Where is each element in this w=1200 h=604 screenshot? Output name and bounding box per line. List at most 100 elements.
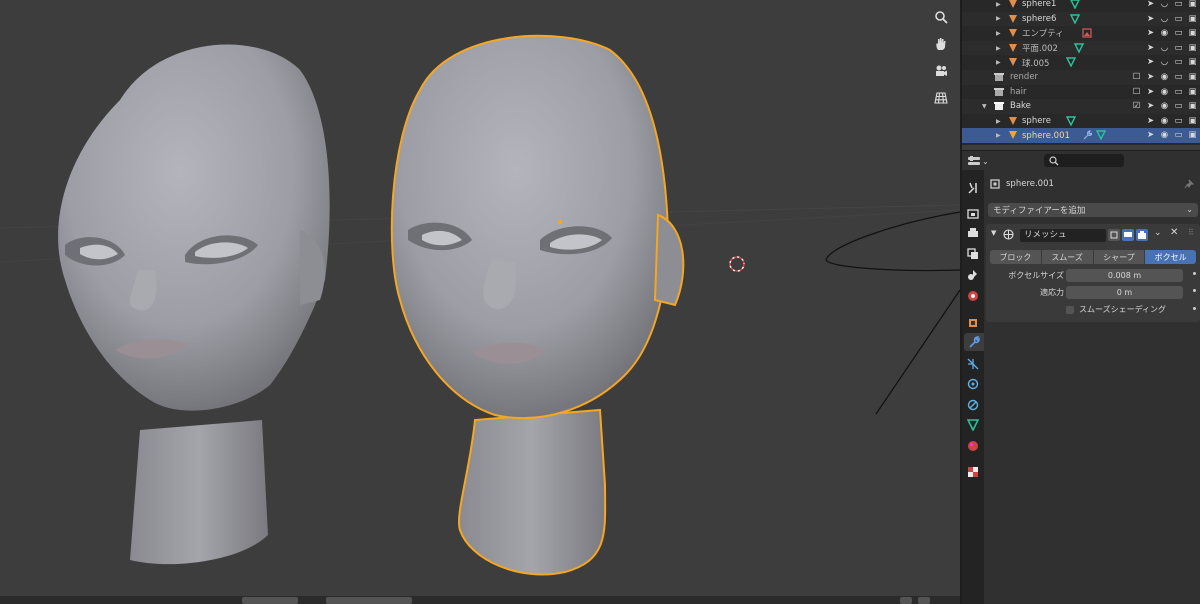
render-toggle-icon[interactable] [1136,229,1148,241]
select-arrow-icon[interactable]: ➤ [1145,72,1156,82]
smooth-shading-checkbox[interactable] [1066,305,1074,314]
view-layer-tab-icon[interactable] [964,245,982,263]
footer-toggle[interactable] [918,597,930,604]
camera-view-icon[interactable] [930,60,952,82]
exclude-checkbox[interactable]: ☐ [1131,87,1142,97]
outliner-row[interactable]: ▶ エンプティ ➤ ◉ ▭ ▣ [962,26,1200,41]
object-name[interactable]: 球.005 [1022,57,1049,69]
camera-icon[interactable]: ▣ [1187,43,1198,53]
expand-arrow-icon[interactable]: ▶ [996,1,1001,8]
object-name[interactable]: エンプティ [1022,27,1064,39]
outliner-row[interactable]: ▼ Bake ☑ ➤ ◉ ▭ ▣ [962,99,1200,114]
object-name[interactable]: sphere [1022,116,1051,126]
texture-tab-icon[interactable] [964,463,982,481]
editor-type-dropdown[interactable]: ⌄ [968,154,992,168]
monitor-icon[interactable]: ▭ [1173,130,1184,140]
select-arrow-icon[interactable]: ➤ [1145,130,1156,140]
monitor-icon[interactable]: ▭ [1173,116,1184,126]
select-arrow-icon[interactable]: ➤ [1145,43,1156,53]
collection-name[interactable]: hair [1010,87,1026,97]
eye-icon[interactable]: ◉ [1159,116,1170,126]
outliner-row[interactable]: hair ☐ ➤ ◉ ▭ ▣ [962,85,1200,100]
object-name[interactable]: sphere1 [1022,0,1056,9]
select-arrow-icon[interactable]: ➤ [1145,57,1156,67]
expand-arrow-icon[interactable]: ▶ [996,45,1001,52]
add-modifier-dropdown[interactable]: モディファイアーを追加 ⌄ [988,203,1198,217]
eye-icon[interactable]: ◉ [1159,130,1170,140]
zoom-icon[interactable] [930,6,952,28]
select-arrow-icon[interactable]: ➤ [1145,28,1156,38]
chevron-down-icon[interactable]: ⌄ [1154,228,1162,238]
camera-icon[interactable]: ▣ [1187,72,1198,82]
object-name[interactable]: 平面.002 [1022,42,1058,54]
collection-name[interactable]: Bake [1010,101,1031,111]
viewport-display-toggle-icon[interactable] [1122,229,1134,241]
expand-arrow-icon[interactable]: ▶ [996,59,1001,66]
monitor-icon[interactable]: ▭ [1173,0,1184,9]
mode-smooth-button[interactable]: スムーズ [1041,250,1093,264]
object-name[interactable]: sphere.001 [1022,131,1070,141]
eye-closed-icon[interactable]: ◡ [1159,57,1170,67]
expand-arrow-icon[interactable]: ▶ [996,118,1001,125]
eye-icon[interactable]: ◉ [1159,87,1170,97]
grid-perspective-icon[interactable] [930,87,952,109]
keyframe-dot-icon[interactable] [1193,289,1196,292]
object-name[interactable]: sphere6 [1022,14,1056,24]
select-arrow-icon[interactable]: ➤ [1145,0,1156,9]
camera-icon[interactable]: ▣ [1187,116,1198,126]
camera-icon[interactable]: ▣ [1187,57,1198,67]
constraints-tab-icon[interactable] [964,396,982,414]
exclude-checkbox-checked[interactable]: ☑ [1131,101,1142,111]
footer-field[interactable] [326,597,412,604]
eye-icon[interactable]: ◉ [1159,28,1170,38]
select-arrow-icon[interactable]: ➤ [1145,101,1156,111]
properties-search-input[interactable] [1044,154,1124,167]
outliner-row[interactable]: ▶ 球.005 ➤ ◡ ▭ ▣ [962,55,1200,70]
camera-icon[interactable]: ▣ [1187,14,1198,24]
eye-closed-icon[interactable]: ◡ [1159,14,1170,24]
select-arrow-icon[interactable]: ➤ [1145,116,1156,126]
eye-closed-icon[interactable]: ◡ [1159,0,1170,9]
outliner-row-selected[interactable]: ▶ sphere.001 ➤ ◉ ▭ ▣ [962,128,1200,143]
world-tab-icon[interactable] [964,287,982,305]
expand-arrow-icon[interactable]: ▶ [996,132,1001,139]
expand-arrow-icon[interactable]: ▶ [996,15,1001,22]
voxel-size-field[interactable]: 0.008 m [1066,269,1183,282]
monitor-icon[interactable]: ▭ [1173,72,1184,82]
keyframe-dot-icon[interactable] [1193,307,1196,310]
mode-sharp-button[interactable]: シャープ [1093,250,1145,264]
camera-icon[interactable]: ▣ [1187,130,1198,140]
expand-arrow-icon[interactable]: ▶ [996,30,1001,37]
particles-tab-icon[interactable] [964,355,982,373]
outliner-row[interactable]: ▶ 平面.002 ➤ ◡ ▭ ▣ [962,40,1200,56]
footer-toggle[interactable] [900,597,912,604]
pin-icon[interactable] [1184,179,1194,189]
monitor-icon[interactable]: ▭ [1173,28,1184,38]
camera-icon[interactable]: ▣ [1187,0,1198,9]
keyframe-dot-icon[interactable] [1193,272,1196,275]
monitor-icon[interactable]: ▭ [1173,57,1184,67]
render-tab-icon[interactable] [964,204,982,222]
pan-hand-icon[interactable] [930,33,952,55]
collection-name[interactable]: render [1010,72,1038,82]
monitor-icon[interactable]: ▭ [1173,14,1184,24]
tool-tab-icon[interactable] [964,179,982,197]
eye-closed-icon[interactable]: ◡ [1159,43,1170,53]
modifier-name-field[interactable]: リメッシュ [1020,229,1106,242]
eye-icon[interactable]: ◉ [1159,72,1170,82]
outliner-row[interactable]: render ☐ ➤ ◉ ▭ ▣ [962,70,1200,85]
output-tab-icon[interactable] [964,224,982,242]
camera-icon[interactable]: ▣ [1187,101,1198,111]
eye-icon[interactable]: ◉ [1159,101,1170,111]
monitor-icon[interactable]: ▭ [1173,101,1184,111]
outliner-row[interactable]: ▶ sphere6 ➤ ◡ ▭ ▣ [962,11,1200,27]
scene-tab-icon[interactable] [964,266,982,284]
camera-icon[interactable]: ▣ [1187,28,1198,38]
select-arrow-icon[interactable]: ➤ [1145,14,1156,24]
modifier-wrench-tab-icon[interactable] [964,333,984,351]
outliner-row[interactable]: ▶ sphere1 ➤ ◡ ▭ ▣ [962,0,1200,12]
select-arrow-icon[interactable]: ➤ [1145,87,1156,97]
monitor-icon[interactable]: ▭ [1173,43,1184,53]
collapse-arrow-icon[interactable]: ▼ [982,103,987,110]
monitor-icon[interactable]: ▭ [1173,87,1184,97]
